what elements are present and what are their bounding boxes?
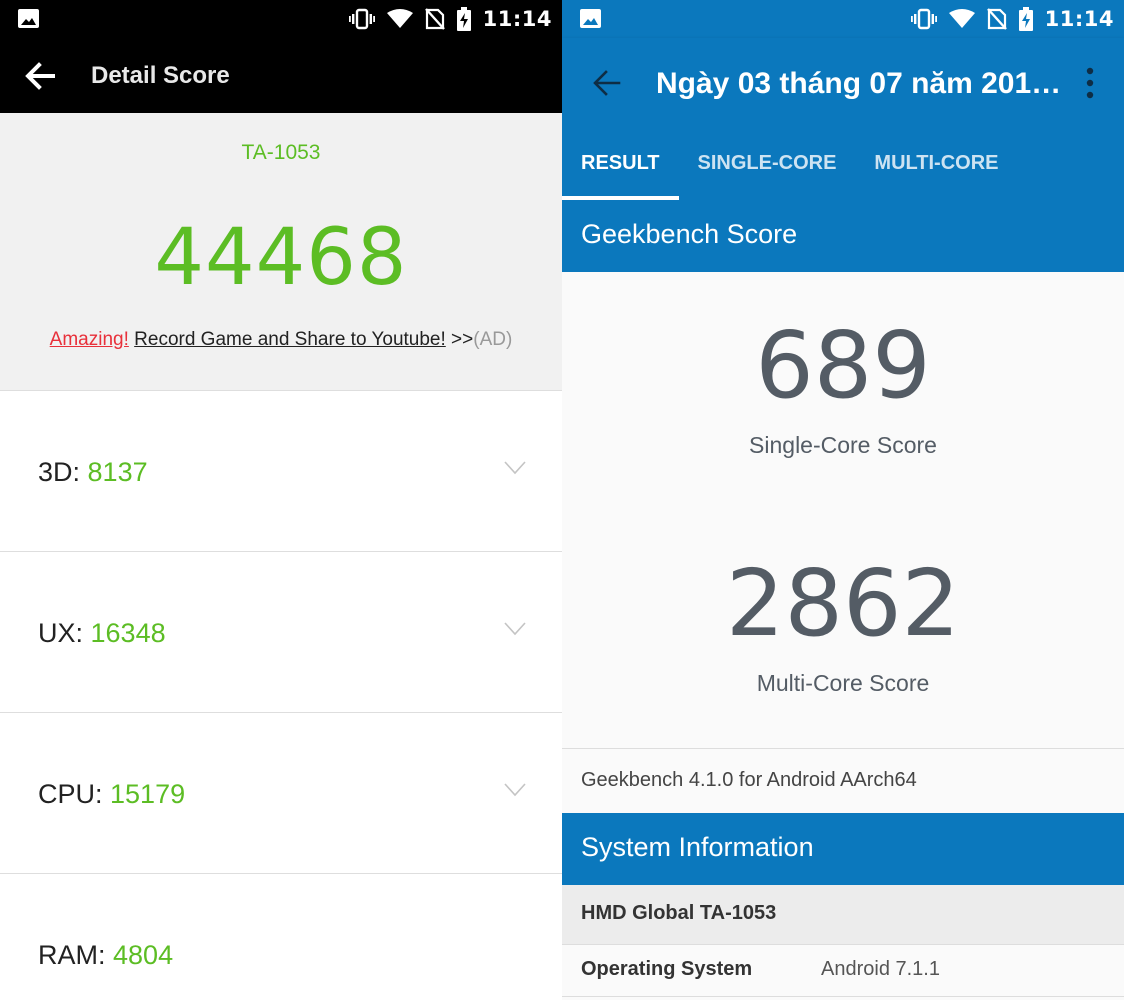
- info-row-key: Operating System: [581, 958, 753, 980]
- info-row-os: Operating System Android 7.1.1: [562, 945, 1124, 997]
- score-summary: TA-1053 44468 Amazing! Record Game and S…: [0, 113, 562, 391]
- vibrate-icon: [348, 8, 375, 30]
- score-row-value: 8137: [87, 457, 148, 487]
- status-bar: 11:14: [562, 0, 1124, 38]
- single-core-label: Single-Core Score: [749, 432, 937, 458]
- chevron-down-icon[interactable]: [504, 783, 526, 797]
- back-arrow-icon[interactable]: [24, 60, 56, 92]
- section-header-system: System Information: [562, 813, 1124, 885]
- battery-charging-icon: [456, 7, 471, 31]
- more-vert-icon[interactable]: [1080, 66, 1100, 100]
- status-time: 11:14: [1044, 7, 1114, 31]
- tab-single-core[interactable]: SINGLE-CORE: [679, 148, 856, 200]
- tab-result[interactable]: RESULT: [562, 148, 679, 200]
- battery-charging-icon: [1018, 7, 1033, 31]
- multi-core-label: Multi-Core Score: [756, 670, 930, 696]
- geekbench-version: Geekbench 4.1.0 for Android AArch64: [562, 748, 1124, 813]
- no-sim-icon: [986, 8, 1007, 30]
- score-row-ram[interactable]: RAM: 4804: [0, 874, 562, 1000]
- gallery-notification-icon: [580, 9, 601, 28]
- app-bar: Ngày 03 tháng 07 năm 201… RESULT SINGLE-…: [562, 38, 1124, 200]
- device-name: HMD Global TA-1053: [562, 885, 1124, 945]
- score-row-3d[interactable]: 3D: 8137: [0, 391, 562, 552]
- info-row-value: Android 7.1.1: [821, 958, 940, 980]
- total-score: 44468: [154, 213, 408, 303]
- wifi-icon: [948, 9, 975, 28]
- score-row-label: RAM:: [38, 940, 114, 970]
- back-arrow-icon[interactable]: [592, 68, 622, 98]
- score-row-cpu[interactable]: CPU: 15179: [0, 713, 562, 874]
- chevron-down-icon[interactable]: [504, 461, 526, 475]
- section-header-score: Geekbench Score: [562, 200, 1124, 272]
- page-title: Ngày 03 tháng 07 năm 201…: [656, 67, 1062, 100]
- ad-tag: (AD): [473, 329, 513, 350]
- vibrate-icon: [910, 8, 937, 30]
- ad-arrows: >>: [451, 329, 474, 350]
- score-row-value: 15179: [110, 779, 186, 809]
- score-row-ux[interactable]: UX: 16348: [0, 552, 562, 713]
- score-row-label: UX:: [38, 618, 91, 648]
- page-title: Detail Score: [91, 62, 230, 89]
- antutu-screen: 11:14 Detail Score TA-1053 44468 Amazing…: [0, 0, 562, 1000]
- status-time: 11:14: [482, 7, 552, 31]
- gallery-notification-icon: [18, 9, 39, 28]
- score-row-label: 3D:: [38, 457, 88, 487]
- geekbench-screen: 11:14 Ngày 03 tháng 07 năm 201… RESULT S…: [562, 0, 1124, 1000]
- no-sim-icon: [424, 8, 445, 30]
- chevron-down-icon[interactable]: [504, 622, 526, 636]
- ad-highlight[interactable]: Amazing!: [50, 329, 129, 350]
- ad-link[interactable]: Record Game and Share to Youtube!: [134, 329, 446, 350]
- tab-multi-core[interactable]: MULTI-CORE: [855, 148, 1017, 200]
- tab-bar: RESULT SINGLE-CORE MULTI-CORE: [562, 148, 1017, 200]
- score-row-value: 4804: [113, 940, 174, 970]
- status-bar: 11:14: [0, 0, 562, 38]
- app-bar: Detail Score: [0, 38, 562, 113]
- multi-core-score: 2862: [725, 550, 961, 657]
- ad-banner[interactable]: Amazing! Record Game and Share to Youtub…: [0, 329, 562, 351]
- device-model: TA-1053: [241, 141, 321, 164]
- wifi-icon: [386, 9, 413, 28]
- score-row-label: CPU:: [38, 779, 111, 809]
- score-row-value: 16348: [90, 618, 166, 648]
- single-core-score: 689: [755, 312, 931, 419]
- scores-panel: 689 Single-Core Score 2862 Multi-Core Sc…: [562, 272, 1124, 748]
